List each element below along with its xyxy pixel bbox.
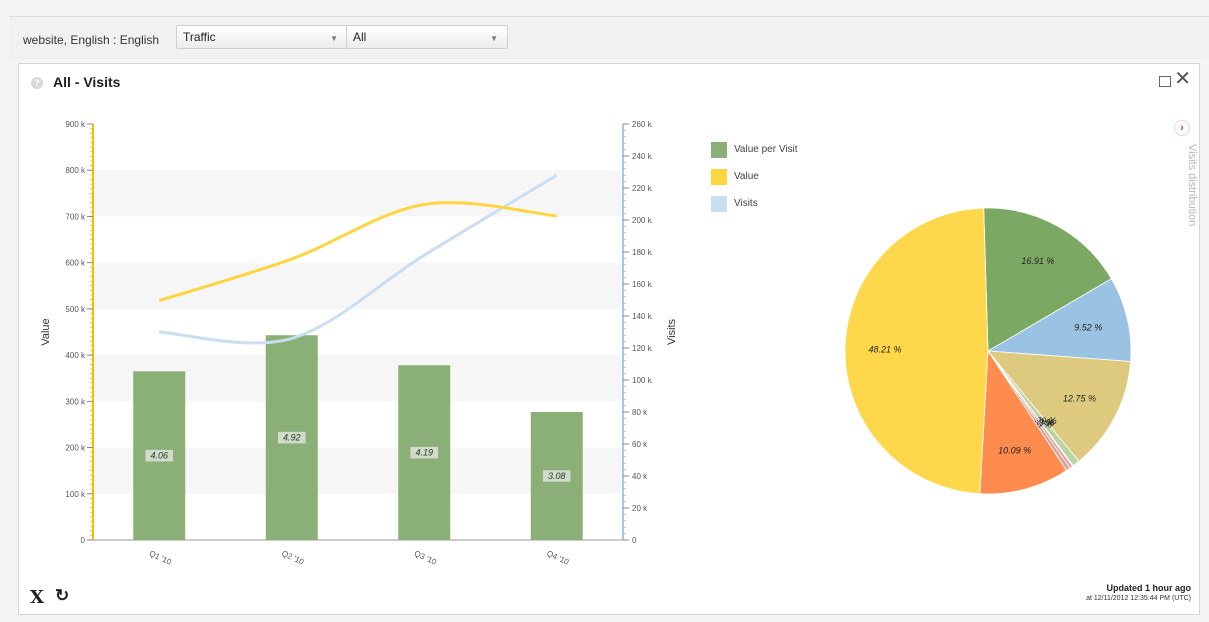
bar-data-label: 4.19 bbox=[415, 448, 433, 458]
y-tick-label: 300 k bbox=[65, 397, 86, 406]
updated-status: Updated 1 hour ago bbox=[1106, 583, 1191, 593]
pie-slice-label: 9.52 % bbox=[1074, 323, 1102, 333]
y2-tick-label: 260 k bbox=[632, 120, 653, 129]
grid-band bbox=[93, 170, 623, 217]
y2-tick-label: 100 k bbox=[632, 376, 653, 385]
export-excel-icon[interactable]: X bbox=[30, 587, 44, 608]
pie-slice-label: 12.75 % bbox=[1063, 393, 1096, 403]
segment-select[interactable]: All ▼ bbox=[346, 25, 508, 49]
x-tick-label: Q2 '10 bbox=[280, 549, 305, 567]
filter-toolbar: website, English : English Traffic ▼ All… bbox=[9, 16, 1209, 59]
y2-tick-label: 240 k bbox=[632, 152, 653, 161]
x-tick-label: Q4 '10 bbox=[545, 549, 570, 567]
y-tick-label: 800 k bbox=[65, 166, 86, 175]
report-type-select[interactable]: Traffic ▼ bbox=[176, 25, 348, 49]
pie-slice-label: 48.21 % bbox=[869, 345, 902, 355]
refresh-icon[interactable]: ↻ bbox=[55, 586, 69, 606]
legend-label: Visits bbox=[734, 198, 758, 209]
x-tick-label: Q3 '10 bbox=[413, 549, 438, 567]
legend-label: Value bbox=[734, 171, 759, 182]
visits-chart: 0 100 k 200 k 300 k 400 k 500 k 600 k 700 k 800 … bbox=[40, 120, 1132, 567]
y-axis-title: Value bbox=[40, 318, 52, 345]
y2-tick-label: 60 k bbox=[632, 440, 648, 449]
y-tick-label: 900 k bbox=[65, 120, 86, 129]
chevron-right-icon[interactable]: › bbox=[1174, 120, 1190, 136]
y2-tick-label: 180 k bbox=[632, 248, 653, 257]
y2-tick-label: 80 k bbox=[632, 408, 648, 417]
y2-tick-label: 220 k bbox=[632, 184, 653, 193]
context-label: website, English : English bbox=[23, 33, 160, 47]
y-tick-label: 100 k bbox=[65, 490, 86, 499]
pie-slice-label: 16.91 % bbox=[1021, 256, 1054, 266]
pie-slice-label: 10.09 % bbox=[998, 445, 1031, 455]
y-tick-label: 500 k bbox=[65, 305, 86, 314]
pie-slice bbox=[844, 207, 989, 495]
y-tick-label: 0 bbox=[81, 536, 86, 545]
y2-tick-label: 20 k bbox=[632, 504, 648, 513]
y2-tick-label: 0 bbox=[632, 536, 637, 545]
y2-tick-label: 160 k bbox=[632, 280, 653, 289]
report-panel: ? All - Visits ✕ 0 100 k 200 k 300 k 400 k 50… bbox=[18, 63, 1200, 615]
bar-data-label: 4.06 bbox=[150, 451, 168, 461]
y2-tick-label: 140 k bbox=[632, 312, 653, 321]
legend-swatch bbox=[711, 142, 727, 158]
updated-timestamp: at 12/11/2012 12:35:44 PM (UTC) bbox=[1086, 595, 1191, 602]
y2-axis-title: Visits bbox=[666, 318, 678, 345]
y-tick-label: 200 k bbox=[65, 444, 86, 453]
distribution-label[interactable]: Visits distribution bbox=[1186, 144, 1198, 226]
legend-label: Value per Visit bbox=[734, 144, 798, 155]
report-type-value: Traffic bbox=[183, 30, 216, 44]
chevron-down-icon: ▼ bbox=[330, 34, 338, 43]
segment-value: All bbox=[353, 30, 367, 44]
y-tick-label: 700 k bbox=[65, 212, 86, 221]
x-tick-label: Q1 '10 bbox=[148, 549, 173, 567]
y-tick-label: 600 k bbox=[65, 259, 86, 268]
chevron-down-icon: ▼ bbox=[490, 34, 498, 43]
y2-tick-label: 120 k bbox=[632, 344, 653, 353]
legend-swatch bbox=[711, 169, 727, 185]
y-tick-label: 400 k bbox=[65, 351, 86, 360]
bar-data-label: 4.92 bbox=[283, 433, 301, 443]
legend-swatch bbox=[711, 196, 727, 212]
bar-data-label: 3.08 bbox=[548, 471, 566, 481]
y2-tick-label: 40 k bbox=[632, 472, 648, 481]
y2-tick-label: 200 k bbox=[632, 216, 653, 225]
